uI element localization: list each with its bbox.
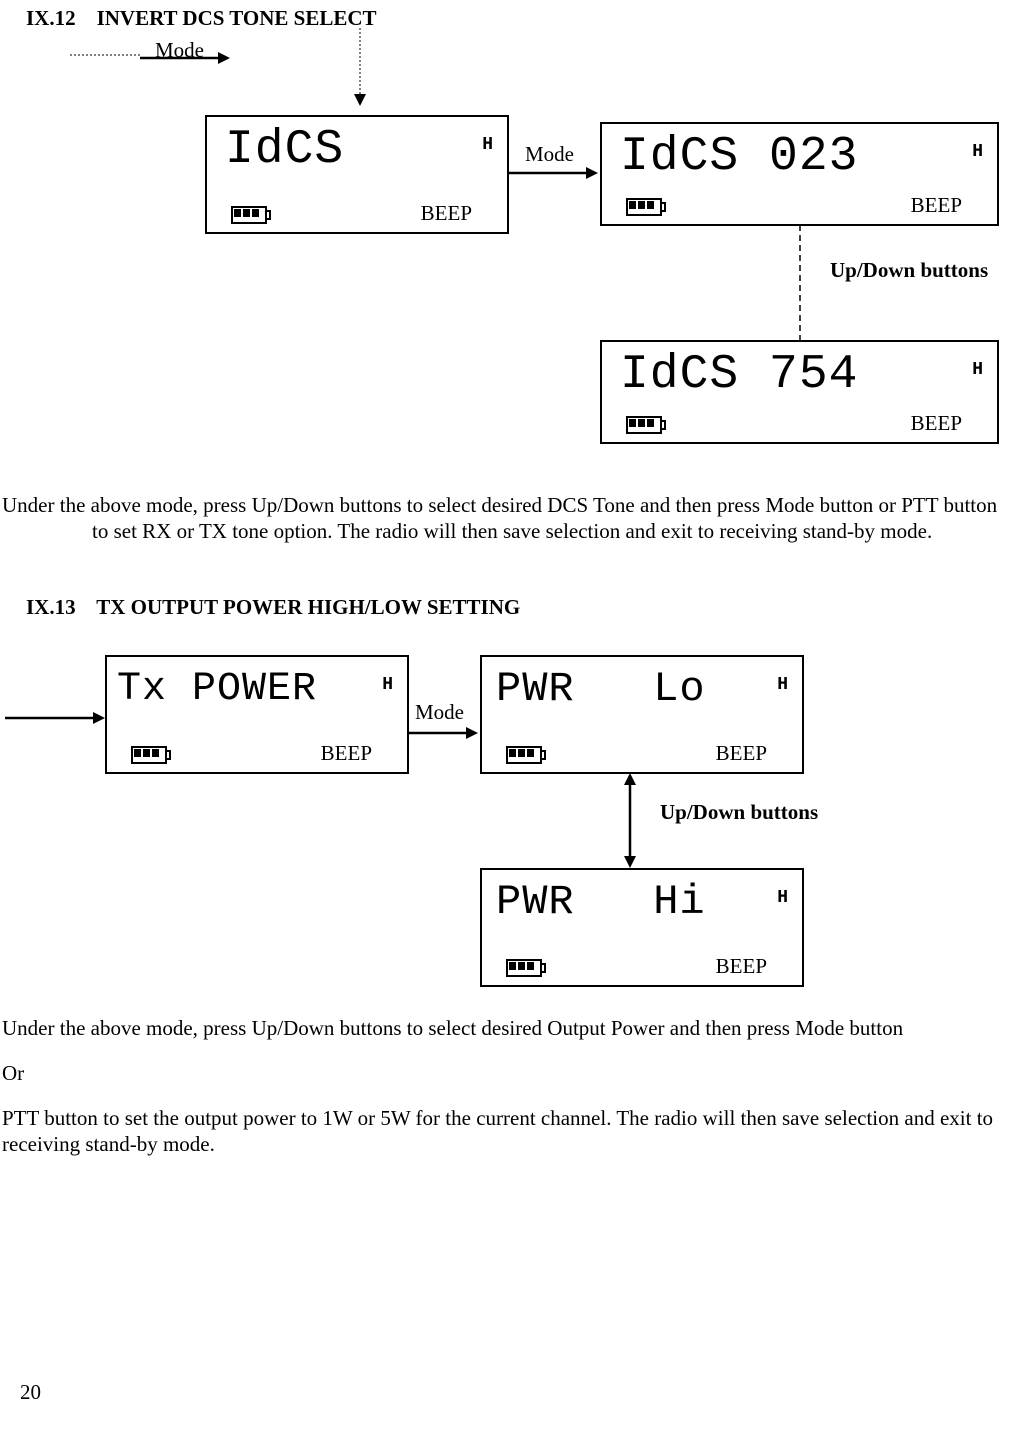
battery-icon bbox=[626, 198, 668, 216]
lcd-main-text: IdCS 023 bbox=[620, 130, 858, 184]
section-13-heading: IX.13 TX OUTPUT POWER HIGH/LOW SETTING bbox=[26, 595, 520, 620]
section-13-paragraph-1: Under the above mode, press Up/Down butt… bbox=[2, 1015, 1012, 1041]
lcd-h-indicator: H bbox=[482, 135, 493, 155]
arrow-right-top bbox=[140, 50, 230, 66]
updown-label-13: Up/Down buttons bbox=[660, 800, 818, 825]
updown-label-12: Up/Down buttons bbox=[830, 258, 988, 283]
heading-number: IX.12 bbox=[26, 6, 76, 30]
arrow-right-mode-12 bbox=[508, 165, 598, 181]
beep-indicator: BEEP bbox=[321, 741, 372, 766]
lcd-screen-pwr-hi: PWR Hi H BEEP bbox=[480, 868, 804, 987]
dashed-vertical-12 bbox=[790, 225, 810, 340]
page-number: 20 bbox=[20, 1380, 41, 1405]
battery-icon bbox=[231, 206, 273, 224]
arrow-right-mode-13 bbox=[408, 725, 478, 741]
section-13-or: Or bbox=[2, 1060, 24, 1086]
lcd-h-indicator: H bbox=[972, 142, 983, 162]
paragraph-text: Under the above mode, press Up/Down butt… bbox=[2, 492, 1012, 545]
section-12-heading: IX.12 INVERT DCS TONE SELECT bbox=[26, 6, 377, 31]
lcd-h-indicator: H bbox=[972, 360, 983, 380]
heading-number: IX.13 bbox=[26, 595, 76, 619]
battery-icon bbox=[506, 746, 548, 764]
leader-dotted bbox=[70, 50, 140, 60]
beep-indicator: BEEP bbox=[716, 741, 767, 766]
arrow-down-dotted bbox=[350, 28, 370, 108]
mode-arrow-label-12: Mode bbox=[525, 142, 574, 167]
lcd-screen-pwr-lo: PWR Lo H BEEP bbox=[480, 655, 804, 774]
lcd-main-text: PWR Hi bbox=[496, 878, 706, 926]
lcd-main-text: IdCS 754 bbox=[620, 348, 858, 402]
lcd-screen-idcs-754: IdCS 754 H BEEP bbox=[600, 340, 999, 444]
double-arrow-vertical bbox=[620, 773, 640, 868]
beep-indicator: BEEP bbox=[421, 201, 472, 226]
heading-title: INVERT DCS TONE SELECT bbox=[97, 6, 377, 30]
section-13-paragraph-2: PTT button to set the output power to 1W… bbox=[2, 1105, 1017, 1158]
beep-indicator: BEEP bbox=[911, 411, 962, 436]
lcd-main-text: PWR Lo bbox=[496, 665, 706, 713]
lcd-screen-idcs-023: IdCS 023 H BEEP bbox=[600, 122, 999, 226]
beep-indicator: BEEP bbox=[911, 193, 962, 218]
lcd-screen-tx-power: Tx POWER H BEEP bbox=[105, 655, 409, 774]
battery-icon bbox=[131, 746, 173, 764]
section-12-paragraph: Under the above mode, press Up/Down butt… bbox=[2, 492, 1012, 545]
lcd-screen-idcs: IdCS H BEEP bbox=[205, 115, 509, 234]
mode-arrow-label-13: Mode bbox=[415, 700, 464, 725]
lcd-h-indicator: H bbox=[777, 675, 788, 695]
battery-icon bbox=[626, 416, 668, 434]
beep-indicator: BEEP bbox=[716, 954, 767, 979]
lcd-main-text: IdCS bbox=[225, 123, 344, 177]
lcd-h-indicator: H bbox=[777, 888, 788, 908]
lcd-h-indicator: H bbox=[382, 675, 393, 695]
lcd-main-text: Tx POWER bbox=[117, 667, 317, 712]
battery-icon bbox=[506, 959, 548, 977]
arrow-right-entry-13 bbox=[5, 710, 105, 726]
heading-title: TX OUTPUT POWER HIGH/LOW SETTING bbox=[96, 595, 520, 619]
